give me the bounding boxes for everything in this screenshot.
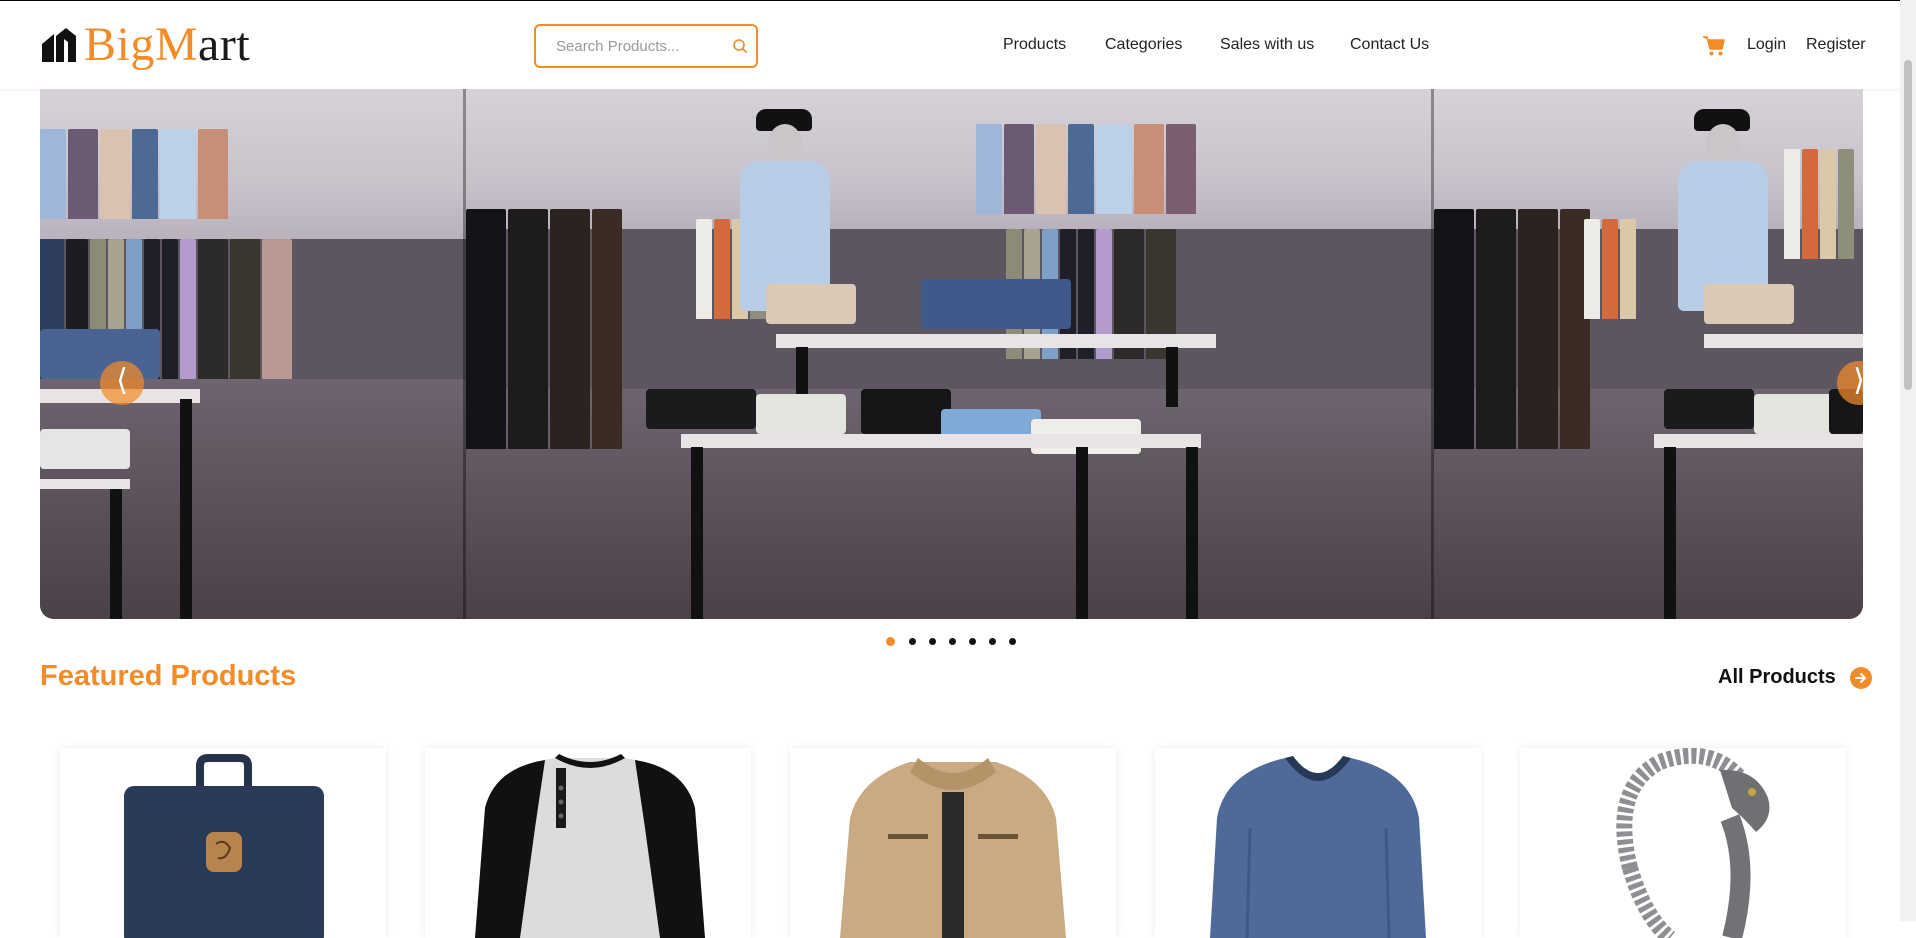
scrollbar-thumb[interactable] bbox=[1904, 60, 1912, 390]
cart-icon[interactable] bbox=[1702, 35, 1726, 57]
carousel-dot[interactable] bbox=[909, 638, 916, 645]
register-link[interactable]: Register bbox=[1806, 36, 1866, 54]
brand-logo[interactable]: BigMart bbox=[40, 19, 250, 71]
logo-icon bbox=[42, 28, 76, 62]
page-scrollbar[interactable] bbox=[1900, 0, 1916, 921]
search-box bbox=[534, 24, 758, 68]
hero-carousel: ⟨ ⟩ bbox=[40, 89, 1863, 619]
product-card[interactable] bbox=[1520, 748, 1846, 938]
carousel-slide-image bbox=[1434, 89, 1863, 619]
brand-name-part1: Big bbox=[84, 18, 155, 71]
brand-name: BigMart bbox=[84, 21, 250, 69]
brand-name-part3: art bbox=[198, 18, 251, 71]
search-input[interactable] bbox=[556, 37, 726, 55]
site-header: BigMart Products Categories Sales with u… bbox=[0, 1, 1900, 89]
carousel-dot[interactable] bbox=[989, 638, 996, 645]
login-link[interactable]: Login bbox=[1747, 36, 1786, 54]
product-card[interactable] bbox=[1155, 748, 1481, 938]
product-card[interactable] bbox=[425, 748, 751, 938]
bracelet-icon bbox=[1616, 748, 1770, 938]
carousel-dot[interactable] bbox=[949, 638, 956, 645]
jacket-icon bbox=[840, 758, 1066, 938]
search-icon[interactable] bbox=[732, 38, 748, 54]
nav-sales-with-us[interactable]: Sales with us bbox=[1220, 36, 1314, 54]
all-products-label: All Products bbox=[1718, 666, 1836, 688]
carousel-slide-image bbox=[40, 89, 466, 619]
vneck-shirt-icon bbox=[1210, 756, 1426, 938]
henley-shirt-icon bbox=[475, 754, 705, 938]
carousel-dot[interactable] bbox=[969, 638, 976, 645]
nav-categories[interactable]: Categories bbox=[1105, 36, 1182, 54]
product-card[interactable] bbox=[60, 748, 386, 938]
bag-icon bbox=[124, 754, 324, 938]
carousel-slide-image bbox=[466, 89, 1434, 619]
arrow-right-icon bbox=[1849, 666, 1872, 689]
nav-products[interactable]: Products bbox=[1003, 36, 1066, 54]
carousel-prev-button[interactable]: ⟨ bbox=[100, 361, 144, 405]
nav-contact-us[interactable]: Contact Us bbox=[1350, 36, 1429, 54]
product-card[interactable] bbox=[790, 748, 1116, 938]
carousel-dot[interactable] bbox=[929, 638, 936, 645]
all-products-link[interactable]: All Products bbox=[1718, 666, 1872, 689]
carousel-dot[interactable] bbox=[1009, 638, 1016, 645]
carousel-dot[interactable] bbox=[886, 637, 895, 646]
brand-name-part2: M bbox=[154, 18, 199, 71]
featured-products-title: Featured Products bbox=[40, 660, 297, 692]
